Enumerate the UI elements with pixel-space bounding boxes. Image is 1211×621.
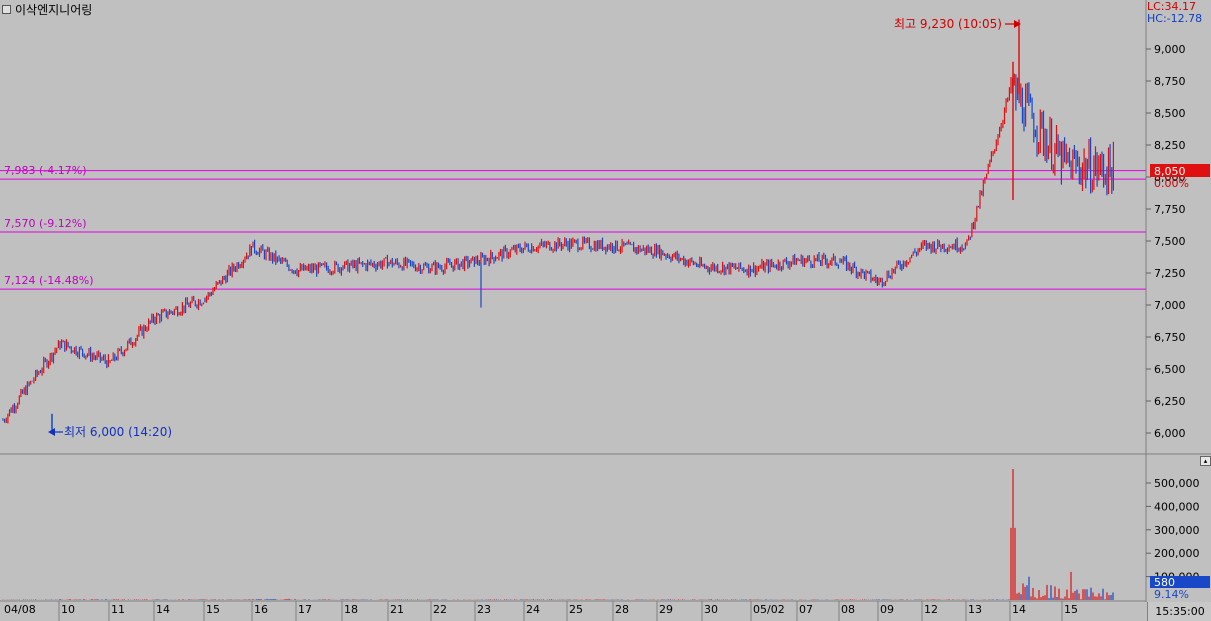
date-tick-label: 09 [880,603,894,616]
date-tick-label: 24 [526,603,540,616]
date-tick-label: 18 [344,603,358,616]
time-display: 15:35:00 [1147,602,1211,621]
price-tick-label: 7,000 [1154,299,1186,312]
high-annotation: 최고 9,230 (10:05) [894,17,1002,31]
date-tick-label: 10 [61,603,75,616]
date-tick-label: 22 [433,603,447,616]
date-tick-label: 15 [206,603,220,616]
date-tick-label: 30 [704,603,718,616]
date-tick-label: 05/02 [753,603,785,616]
price-tick-label: 6,250 [1154,395,1186,408]
date-tick-label: 25 [569,603,583,616]
high-arrowhead-icon [1014,20,1021,28]
volume-tick-label: 300,000 [1154,524,1200,537]
date-tick-label: 12 [924,603,938,616]
date-tick-label: 04/08 [4,603,36,616]
date-tick-label: 15 [1064,603,1078,616]
price-tick-label: 8,750 [1154,75,1186,88]
date-tick-label: 29 [659,603,673,616]
low-annotation: 최저 6,000 (14:20) [64,425,172,439]
level-label: 7,570 (-9.12%) [4,217,86,230]
level-label: 7,124 (-14.48%) [4,274,93,287]
volume-tick-label: 200,000 [1154,547,1200,560]
volume-tick-label: 400,000 [1154,500,1200,513]
price-tick-label: 9,000 [1154,43,1186,56]
panel-minimize-icon[interactable]: ▴ [1200,456,1211,466]
date-tick-label: 11 [111,603,125,616]
price-tick-label: 6,750 [1154,331,1186,344]
date-tick-label: 14 [156,603,170,616]
price-tick-label: 7,500 [1154,235,1186,248]
price-tick-label: 8,250 [1154,139,1186,152]
date-tick-label: 14 [1012,603,1026,616]
date-tick-label: 28 [615,603,629,616]
price-tick-label: 8,500 [1154,107,1186,120]
current-change: 0.00% [1154,177,1189,190]
date-tick-label: 23 [477,603,491,616]
date-tick-label: 21 [390,603,404,616]
price-tick-label: 6,500 [1154,363,1186,376]
date-tick-label: 08 [841,603,855,616]
price-volume-chart[interactable]: 7,983 (-4.17%)7,570 (-9.12%)7,124 (-14.4… [0,0,1211,621]
chart-window: 이삭엔지니어링 LC:34.17 HC:-12.78 7,983 (-4.17%… [0,0,1211,621]
volume-tick-label: 500,000 [1154,477,1200,490]
date-tick-label: 07 [799,603,813,616]
date-tick-label: 13 [968,603,982,616]
price-tick-label: 7,750 [1154,203,1186,216]
price-tick-label: 6,000 [1154,427,1186,440]
date-tick-label: 16 [254,603,268,616]
volume-pct: 9.14% [1154,588,1189,601]
date-tick-label: 17 [298,603,312,616]
price-tick-label: 7,250 [1154,267,1186,280]
